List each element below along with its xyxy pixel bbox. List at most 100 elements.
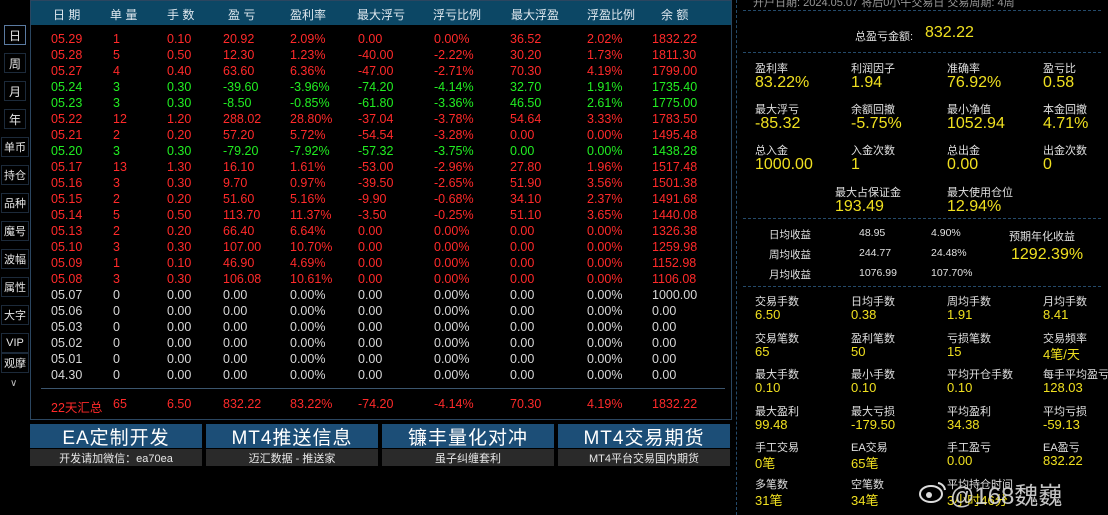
table-cell: 3 (113, 176, 120, 190)
sidebar-item-positions[interactable]: 持仓 (1, 165, 29, 185)
summary-cell: 6.50 (167, 397, 192, 411)
stat-value: 76.92% (947, 74, 1002, 91)
table-cell: 0 (113, 368, 120, 382)
stat-value: 99.48 (755, 416, 788, 432)
sidebar-item-amplitude[interactable]: 波幅 (1, 249, 29, 269)
table-cell: 0.00% (587, 304, 623, 318)
sidebar-item-week[interactable]: 周 (4, 53, 26, 73)
table-cell: 0.00% (434, 240, 470, 254)
table-cell: 16.10 (223, 160, 255, 174)
table-cell: 0.00% (587, 224, 623, 238)
stat-value: -85.32 (755, 115, 801, 132)
table-row: 05.03 0 0.00 0.00 0.00% 0.00 0.00% 0.00 0.00% 0.0… (31, 320, 731, 336)
stat-value: -179.50 (851, 416, 896, 432)
table-cell: 0.00 (652, 320, 677, 334)
sidebar-item-large-font[interactable]: 大字 (1, 305, 29, 325)
table-cell: 0.00 (167, 368, 192, 382)
table-cell: 0.00 (223, 320, 248, 334)
summary-cell: 22天汇总 (51, 401, 103, 415)
table-cell: -74.20 (358, 80, 394, 94)
watermark-text: @168魏巍 (950, 483, 1063, 510)
table-cell: 0.00 (358, 320, 383, 334)
stat-value: 31笔 (755, 492, 783, 508)
stat-value: 0笔 (755, 456, 776, 471)
table-cell: 2.61% (587, 96, 623, 110)
table-row: 05.29 1 0.10 20.92 2.09% 0.00 0.00% 36.52 2.02% 1… (31, 32, 731, 48)
table-cell: -3.50 (358, 208, 387, 222)
mt4-futures-button[interactable]: MT4交易期货 MT4平台交易国内期货 (558, 424, 730, 466)
stat-value: 34笔 (851, 492, 879, 508)
table-cell: 51.90 (510, 176, 542, 190)
table-cell: -2.71% (434, 64, 474, 78)
sidebar-item-attributes[interactable]: 属性 (1, 277, 29, 297)
chevron-down-icon[interactable]: ∨ (10, 378, 17, 389)
table-cell: 54.64 (510, 112, 542, 126)
table-cell: 107.00 (223, 240, 262, 254)
table-cell: -3.78% (434, 112, 474, 126)
table-cell: 0.00% (434, 224, 470, 238)
sidebar-item-magic[interactable]: 魔号 (1, 221, 29, 241)
table-cell: 04.30 (51, 368, 83, 382)
table-cell: 05.24 (51, 80, 83, 94)
sidebar-item-year[interactable]: 年 (4, 109, 26, 129)
table-cell: 0.00 (510, 288, 535, 302)
table-cell: 1152.98 (652, 256, 697, 270)
table-row: 05.17 13 1.30 16.10 1.61% -53.00 -2.96% 27.80 1.… (31, 160, 731, 176)
sidebar-item-month[interactable]: 月 (4, 81, 26, 101)
table-cell: -3.28% (434, 128, 474, 142)
sidebar-item-single-currency[interactable]: 单币 (1, 137, 29, 157)
table-cell: 0.00 (510, 144, 535, 158)
table-cell: 0.00% (434, 304, 470, 318)
table-row: 05.10 3 0.30 107.00 10.70% 0.00 0.00% 0.00 0.00%… (31, 240, 731, 256)
table-cell: 3 (113, 80, 120, 94)
table-cell: 0.00 (652, 352, 677, 366)
sidebar-item-day[interactable]: 日 (4, 25, 26, 45)
table-row: 05.22 12 1.20 288.02 28.80% -37.04 -3.78% 54.64… (31, 112, 731, 128)
table-cell: -57.32 (358, 144, 394, 158)
sidebar-item-vip[interactable]: VIP (1, 333, 29, 353)
table-cell: -79.20 (223, 144, 259, 158)
table-cell: 0.30 (167, 176, 192, 190)
table-cell: 0.00 (358, 288, 383, 302)
table-cell: 57.20 (223, 128, 255, 142)
table-cell: 0.50 (167, 48, 192, 62)
table-cell: -40.00 (358, 48, 394, 62)
table-cell: 0 (113, 304, 120, 318)
table-cell: 10.70% (290, 240, 333, 254)
table-cell: 0.00 (167, 336, 192, 350)
table-cell: 0.00 (358, 304, 383, 318)
table-cell: -4.14% (434, 80, 474, 94)
quant-hedge-button[interactable]: 镰丰量化对冲 虽子纠缠套利 (382, 424, 554, 466)
table-cell: 05.22 (51, 112, 83, 126)
return-pct: 24.48% (931, 247, 967, 259)
table-cell: 0 (113, 320, 120, 334)
table-cell: 0.20 (167, 128, 192, 142)
table-cell: 1.91% (587, 80, 623, 94)
table-cell: 05.10 (51, 240, 83, 254)
sidebar-item-symbols[interactable]: 品种 (1, 193, 29, 213)
table-cell: 63.60 (223, 64, 255, 78)
button-subtitle: MT4平台交易国内期货 (558, 449, 730, 466)
table-cell: 1811.30 (652, 48, 697, 62)
table-cell: 0.00 (358, 368, 383, 382)
table-cell: 0.00 (358, 272, 383, 286)
table-cell: 05.16 (51, 176, 83, 190)
table-cell: 2.37% (587, 192, 623, 206)
ea-custom-dev-button[interactable]: EA定制开发 开发请加微信：ea70ea (30, 424, 202, 466)
table-row: 05.13 2 0.20 66.40 6.64% 0.00 0.00% 0.00 0.00% 13… (31, 224, 731, 240)
return-label: 周均收益 (769, 249, 811, 261)
button-title: 镰丰量化对冲 (382, 424, 554, 449)
table-cell: -3.96% (290, 80, 330, 94)
annual-value: 1292.39% (1011, 246, 1084, 263)
table-cell: 0.50 (167, 208, 192, 222)
table-cell: 0.40 (167, 64, 192, 78)
table-cell: 46.90 (223, 256, 255, 270)
table-cell: 0.30 (167, 80, 192, 94)
sidebar-item-observe[interactable]: 观摩 (1, 353, 29, 373)
table-cell: 70.30 (510, 64, 542, 78)
table-cell: 1000.00 (652, 288, 698, 302)
table-cell: 1438.28 (652, 144, 698, 158)
mt4-push-info-button[interactable]: MT4推送信息 迈汇数据 - 推送家 (206, 424, 378, 466)
table-cell: 1.96% (587, 160, 623, 174)
table-cell: 0.00 (510, 336, 535, 350)
